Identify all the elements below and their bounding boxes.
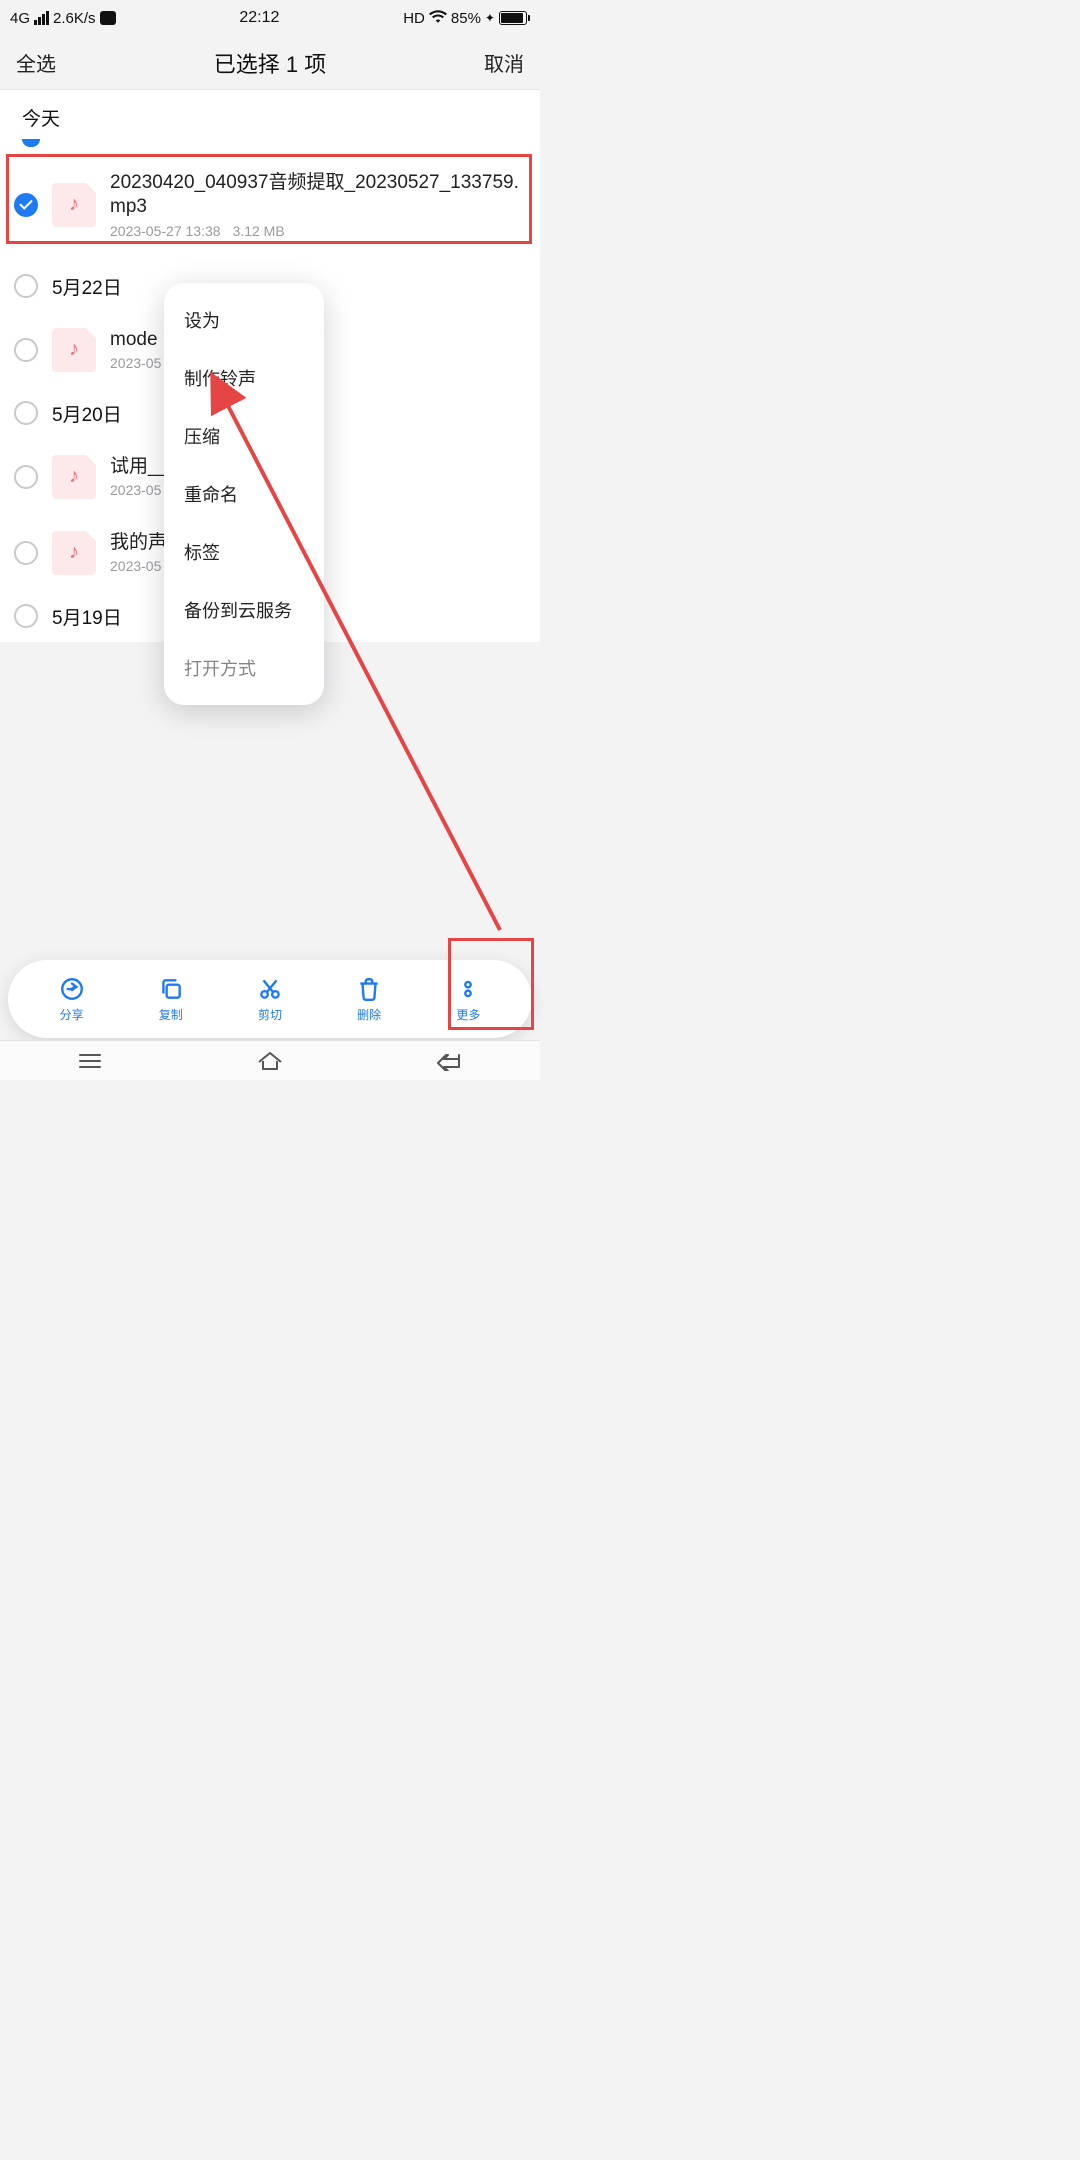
share-button[interactable]: 分享 (59, 976, 85, 1023)
battery-percent: 85% (451, 10, 481, 27)
more-button[interactable]: 更多 (455, 976, 481, 1023)
nav-recent-button[interactable] (70, 1050, 110, 1072)
file-date: 2023-05 (110, 482, 161, 498)
select-all-button[interactable]: 全选 (16, 48, 56, 77)
action-toolbar: 分享 复制 剪切 删除 更多 (8, 960, 532, 1038)
file-name: 20230420_040937音频提取_20230527_133759.mp3 (110, 171, 526, 219)
more-actions-menu: 设为 制作铃声 压缩 重命名 标签 备份到云服务 打开方式 (164, 283, 324, 705)
menu-tags[interactable]: 标签 (164, 523, 324, 581)
group-title: 5月20日 (52, 400, 122, 427)
file-row[interactable]: ♪ 20230420_040937音频提取_20230527_133759.mp… (0, 149, 540, 261)
selection-header: 全选 已选择 1 项 取消 (0, 36, 540, 90)
file-date: 2023-05 (110, 355, 161, 371)
file-date: 2023-05 (110, 558, 161, 574)
cut-button[interactable]: 剪切 (257, 976, 283, 1023)
copy-label: 复制 (159, 1006, 183, 1023)
checkbox-icon[interactable] (14, 465, 38, 489)
group-title: 5月22日 (52, 273, 122, 300)
checkbox-checked-icon[interactable] (14, 193, 38, 217)
cut-icon (257, 976, 283, 1002)
delete-label: 删除 (357, 1006, 381, 1023)
audio-file-icon: ♪ (52, 455, 96, 499)
share-label: 分享 (60, 1006, 84, 1023)
clock: 22:12 (239, 9, 279, 27)
checkbox-icon[interactable] (14, 401, 38, 425)
trash-icon (356, 976, 382, 1002)
selection-title: 已选择 1 项 (214, 47, 326, 79)
nav-back-button[interactable] (430, 1050, 470, 1072)
menu-open-with[interactable]: 打开方式 (164, 639, 324, 697)
checkbox-icon[interactable] (14, 338, 38, 362)
app-indicator-icon (100, 11, 116, 25)
nav-home-button[interactable] (250, 1050, 290, 1072)
checkbox-icon[interactable] (14, 274, 38, 298)
network-speed: 2.6K/s (53, 10, 96, 27)
more-icon (455, 976, 481, 1002)
menu-set-as[interactable]: 设为 (164, 291, 324, 349)
audio-file-icon: ♪ (52, 328, 96, 372)
system-nav-bar (0, 1040, 540, 1080)
menu-make-ringtone[interactable]: 制作铃声 (164, 349, 324, 407)
audio-file-icon: ♪ (52, 183, 96, 227)
more-label: 更多 (456, 1006, 480, 1023)
section-today: 今天 (0, 90, 540, 143)
delete-button[interactable]: 删除 (356, 976, 382, 1023)
battery-icon (499, 11, 530, 25)
wifi-icon (429, 9, 447, 27)
signal-icon (34, 11, 49, 25)
menu-compress[interactable]: 压缩 (164, 407, 324, 465)
status-bar: 4G 2.6K/s 22:12 HD 85% ✦ (0, 0, 540, 36)
audio-file-icon: ♪ (52, 531, 96, 575)
group-title: 5月19日 (52, 603, 122, 630)
checkbox-icon[interactable] (14, 541, 38, 565)
hd-indicator: HD (403, 10, 425, 27)
cancel-button[interactable]: 取消 (484, 48, 524, 77)
menu-rename[interactable]: 重命名 (164, 465, 324, 523)
menu-backup-cloud[interactable]: 备份到云服务 (164, 581, 324, 639)
share-icon (59, 976, 85, 1002)
charging-icon: ✦ (485, 11, 495, 25)
copy-button[interactable]: 复制 (158, 976, 184, 1023)
network-type: 4G (10, 10, 30, 27)
file-size: 3.12 MB (233, 223, 285, 239)
cut-label: 剪切 (258, 1006, 282, 1023)
checkbox-icon[interactable] (14, 604, 38, 628)
file-date: 2023-05-27 13:38 (110, 223, 221, 239)
previous-item-peek (0, 143, 540, 149)
copy-icon (158, 976, 184, 1002)
